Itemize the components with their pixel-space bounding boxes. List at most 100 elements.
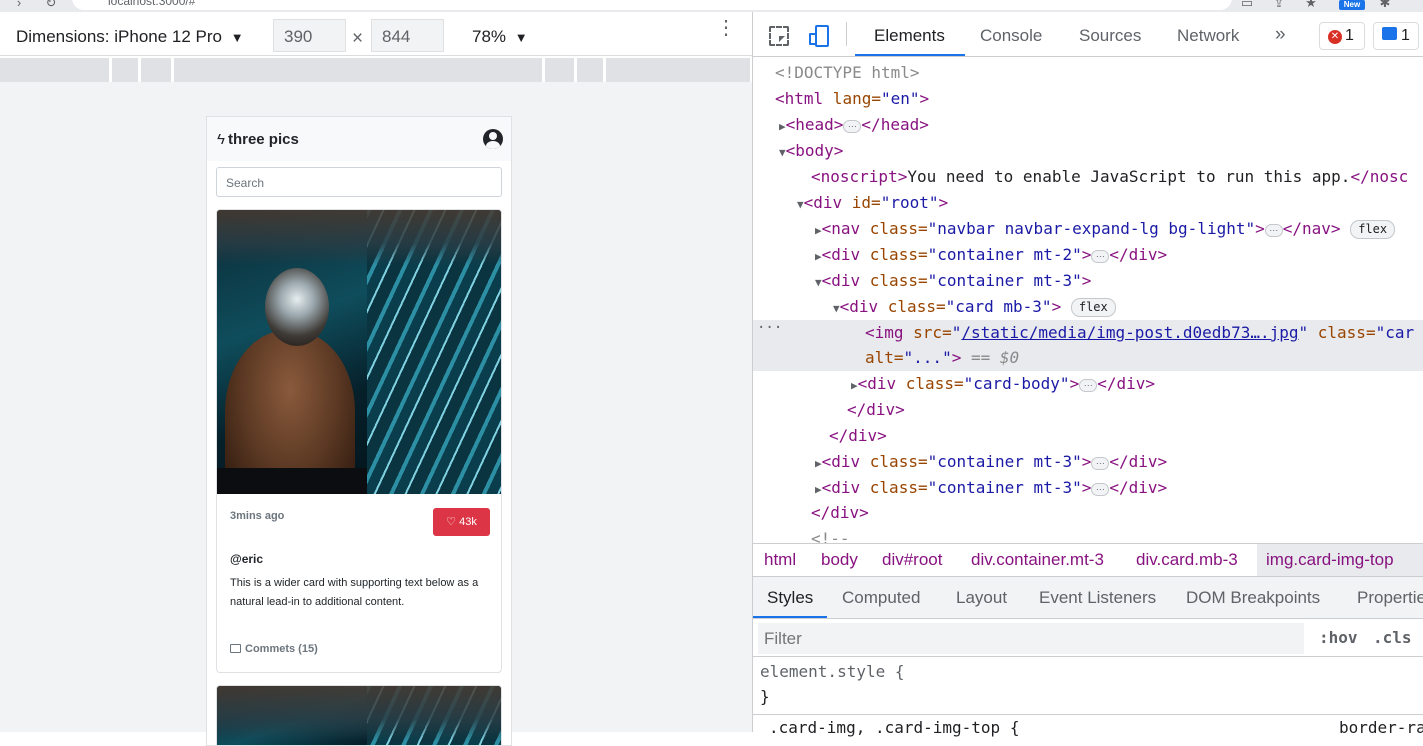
collapse-triangle-icon[interactable]: ▼ xyxy=(833,302,840,315)
device-selector[interactable]: Dimensions: iPhone 12 Pro ▼ xyxy=(16,27,244,47)
collapsed-ellipsis-icon[interactable]: ··· xyxy=(1091,457,1110,470)
expand-triangle-icon[interactable]: ▶ xyxy=(815,483,822,496)
new-badge[interactable]: New xyxy=(1339,0,1365,10)
dom-node-close[interactable]: </div> xyxy=(847,397,1423,423)
dom-node-close[interactable]: </div> xyxy=(829,423,1423,449)
breadcrumb-card[interactable]: div.card.mb-3 xyxy=(1136,550,1238,570)
share-icon[interactable]: ⇪ xyxy=(1272,0,1286,10)
message-count-badge[interactable]: 1 xyxy=(1373,22,1419,50)
collapse-triangle-icon[interactable]: ▼ xyxy=(779,146,786,159)
flex-badge[interactable]: flex xyxy=(1350,220,1396,239)
element-style-rule[interactable]: element.style { xyxy=(760,662,905,681)
width-input[interactable]: 390 xyxy=(273,19,346,52)
styles-filter-input[interactable]: Filter xyxy=(758,623,1304,654)
tab-computed[interactable]: Computed xyxy=(842,588,920,608)
expand-triangle-icon[interactable]: ▶ xyxy=(815,224,822,237)
expand-triangle-icon[interactable]: ▶ xyxy=(779,120,786,133)
dom-node-container[interactable]: ▼<div class="container mt-3"> xyxy=(815,268,1423,294)
breadcrumb-img[interactable]: img.card-img-top xyxy=(1266,550,1394,570)
dom-node-card-body[interactable]: ▶<div class="card-body"> ··· </div> xyxy=(851,371,1423,397)
dom-node-img-selected-cont[interactable]: alt="..."> == $0 xyxy=(865,345,1423,371)
comments-label: Commets (15) xyxy=(245,643,318,655)
tag-close-bracket: > xyxy=(951,348,962,367)
tab-elements[interactable]: Elements xyxy=(874,26,945,46)
collapsed-ellipsis-icon[interactable]: ··· xyxy=(1264,224,1283,237)
user-avatar-icon[interactable] xyxy=(483,129,503,149)
expand-triangle-icon[interactable]: ▶ xyxy=(815,250,822,263)
tab-network[interactable]: Network xyxy=(1177,26,1239,46)
address-bar[interactable]: localhost:3000/# xyxy=(72,0,1232,10)
zoom-selector[interactable]: 78% ▼ xyxy=(472,27,528,47)
tab-layout[interactable]: Layout xyxy=(956,588,1007,608)
tab-dom-breakpoints[interactable]: DOM Breakpoints xyxy=(1186,588,1320,608)
dom-node-nav[interactable]: ▶<nav class="navbar navbar-expand-lg bg-… xyxy=(815,216,1423,242)
collapsed-ellipsis-icon[interactable]: ··· xyxy=(1091,250,1110,263)
ruler-segment[interactable] xyxy=(606,58,750,82)
reload-icon[interactable]: ↻ xyxy=(44,0,58,10)
expand-triangle-icon[interactable]: ▶ xyxy=(851,379,858,392)
collapsed-ellipsis-icon[interactable]: ··· xyxy=(843,120,862,133)
dom-node-close[interactable]: </div> xyxy=(811,500,1423,526)
breadcrumb-root[interactable]: div#root xyxy=(882,550,942,570)
devtools-panel: Elements Console Sources Network » ✕ 1 1 … xyxy=(752,12,1423,737)
more-tabs-icon[interactable]: » xyxy=(1275,24,1286,46)
dom-node-img-selected[interactable]: <img src="/static/media/img-post.d0edb73… xyxy=(865,320,1423,346)
brand-link[interactable]: ϟ three pics xyxy=(217,131,299,148)
forward-icon[interactable]: › xyxy=(12,0,26,10)
cast-icon[interactable]: ▭ xyxy=(1240,0,1254,10)
tab-styles[interactable]: Styles xyxy=(767,588,813,608)
tab-event-listeners[interactable]: Event Listeners xyxy=(1039,588,1156,608)
ruler-segment[interactable] xyxy=(141,58,174,82)
tab-sources[interactable]: Sources xyxy=(1079,26,1141,46)
inspect-element-icon[interactable] xyxy=(769,26,789,46)
collapsed-ellipsis-icon[interactable]: ··· xyxy=(1079,379,1098,392)
img-src-link[interactable]: /static/media/img-post.d0edb73….jpg xyxy=(961,323,1298,342)
collapse-triangle-icon[interactable]: ▼ xyxy=(815,276,822,289)
hover-state-toggle[interactable]: :hov xyxy=(1319,628,1358,647)
flex-badge[interactable]: flex xyxy=(1070,298,1116,317)
ruler-segment[interactable] xyxy=(0,58,112,82)
post-author[interactable]: @eric xyxy=(230,552,263,566)
dom-node-doctype[interactable]: <!DOCTYPE html> xyxy=(775,60,1423,86)
bookmark-star-icon[interactable]: ★ xyxy=(1304,0,1318,10)
ruler-segment[interactable] xyxy=(174,58,545,82)
more-options-icon[interactable]: ⋮ xyxy=(716,18,736,50)
breadcrumb-html[interactable]: html xyxy=(764,550,796,570)
html-attr-value: "en" xyxy=(880,89,920,108)
dom-node-comment[interactable]: <!-- xyxy=(811,526,1423,543)
height-input[interactable]: 844 xyxy=(371,19,444,52)
breadcrumb-container[interactable]: div.container.mt-3 xyxy=(971,550,1104,570)
dom-node-noscript[interactable]: <noscript>You need to enable JavaScript … xyxy=(811,164,1423,190)
tab-properties[interactable]: Properties xyxy=(1357,588,1423,608)
dom-node-container[interactable]: ▶<div class="container mt-3"> ··· </div> xyxy=(815,449,1423,475)
class-toggle[interactable]: .cls xyxy=(1373,628,1412,647)
dom-node-card[interactable]: ▼<div class="card mb-3"> flex xyxy=(833,294,1423,320)
dom-node-html[interactable]: <html lang="en"> xyxy=(775,86,1423,112)
ruler-segment[interactable] xyxy=(112,58,141,82)
dom-node-container[interactable]: ▶<div class="container mt-3"> ··· </div> xyxy=(815,475,1423,501)
media-query-ruler[interactable] xyxy=(0,58,750,82)
expand-triangle-icon[interactable]: ▶ xyxy=(815,457,822,470)
dom-node-root[interactable]: ▼<div id="root"> xyxy=(797,190,1423,216)
node-actions-icon[interactable]: ··· xyxy=(757,320,782,336)
class-attr-value: "container mt-2" xyxy=(927,245,1082,264)
comments-link[interactable]: Commets (15) xyxy=(230,643,318,655)
collapsed-ellipsis-icon[interactable]: ··· xyxy=(1091,483,1110,496)
dom-node-head[interactable]: ▶<head> ··· </head> xyxy=(779,112,1423,138)
ruler-segment[interactable] xyxy=(577,58,606,82)
ruler-segment[interactable] xyxy=(545,58,577,82)
error-count-badge[interactable]: ✕ 1 xyxy=(1319,22,1365,50)
css-rule-property[interactable]: border-ra xyxy=(1339,718,1423,737)
tab-console[interactable]: Console xyxy=(980,26,1042,46)
breadcrumb-body[interactable]: body xyxy=(821,550,858,570)
device-toggle-icon[interactable] xyxy=(809,25,831,49)
dom-node-body[interactable]: ▼<body> xyxy=(779,138,1423,164)
dom-node-container[interactable]: ▶<div class="container mt-2"> ··· </div> xyxy=(815,242,1423,268)
collapse-triangle-icon[interactable]: ▼ xyxy=(797,198,804,211)
search-input[interactable]: Search xyxy=(216,167,502,197)
css-rule-selector[interactable]: .card-img, .card-img-top { xyxy=(769,718,1019,737)
extension-icon[interactable]: ✱ xyxy=(1378,0,1392,10)
like-button[interactable]: ♡ 43k xyxy=(433,508,490,536)
tag-close-bracket: > xyxy=(919,89,930,108)
divider xyxy=(753,714,1423,715)
